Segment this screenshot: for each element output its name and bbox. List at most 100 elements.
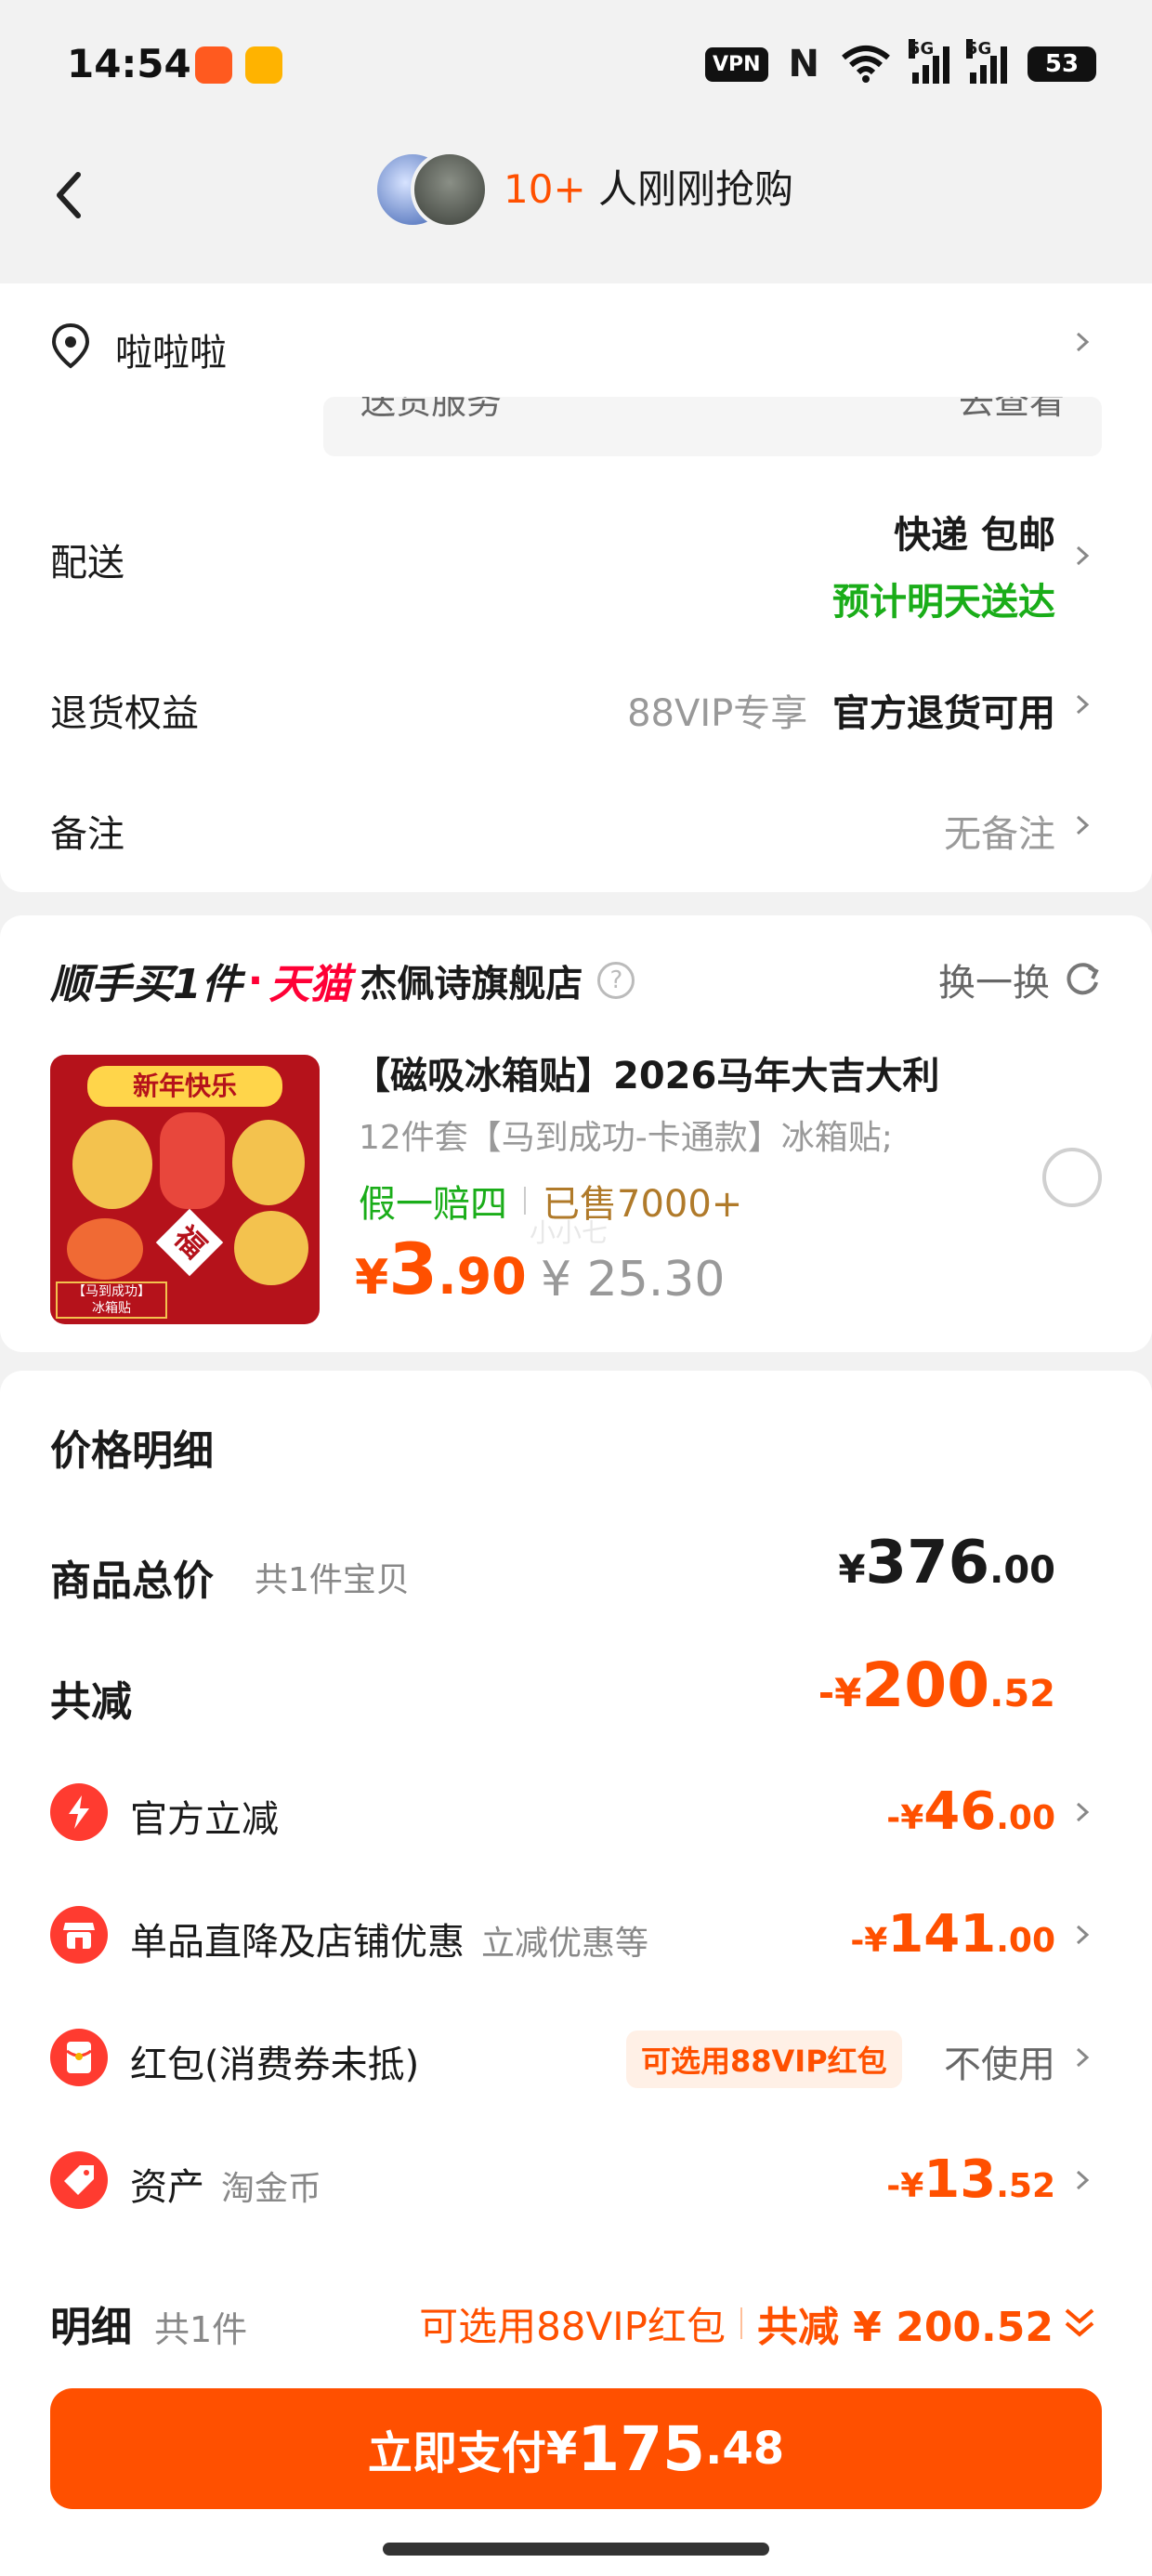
vip-red-packet-badge[interactable]: 可选用88VIP红包 bbox=[626, 2031, 902, 2088]
address-service-label: 送货服务 bbox=[360, 397, 503, 422]
discount-label: 共减 bbox=[50, 1678, 132, 1726]
price-detail-title: 价格明细 bbox=[50, 1427, 214, 1475]
assets-title: 资产 bbox=[130, 2166, 204, 2209]
chevron-right-icon bbox=[1076, 1925, 1090, 1945]
tag-divider bbox=[524, 1187, 526, 1215]
assets-amount: -¥13.52 bbox=[886, 2149, 1055, 2210]
footer-sub: 共1件 bbox=[154, 2309, 248, 2350]
select-radio[interactable] bbox=[1042, 1148, 1102, 1207]
chevron-right-icon bbox=[1076, 545, 1090, 566]
app-icon-shopping bbox=[195, 46, 232, 84]
status-icons: VPN N 5G 5G 53 bbox=[704, 39, 1096, 85]
delivery-eta: 预计明天送达 bbox=[832, 581, 1055, 624]
recent-buyers-label: 人刚刚抢购 bbox=[598, 166, 794, 212]
amount-decimal: .00 bbox=[996, 1922, 1055, 1960]
returns-value: 官方退货可用 bbox=[832, 692, 1055, 735]
amount-decimal: .00 bbox=[996, 1799, 1055, 1837]
recent-buyers-text: 10+ 人刚刚抢购 bbox=[504, 158, 793, 215]
product-watermark: 小小七 bbox=[530, 1217, 609, 1248]
amount-integer: 13 bbox=[923, 2149, 997, 2210]
red-packet-label: 红包(消费券未抵) bbox=[130, 2044, 420, 2086]
discount-prefix: -¥ bbox=[818, 1670, 862, 1715]
chevron-right-icon bbox=[1076, 2047, 1090, 2068]
avatar bbox=[411, 151, 489, 229]
official-discount-row[interactable]: 官方立减 -¥46.00 bbox=[0, 1761, 1152, 1863]
returns-vip-tag: 88VIP专享 bbox=[627, 692, 808, 735]
price-integer: 3 bbox=[388, 1228, 439, 1310]
product-image-fu: 福 bbox=[155, 1208, 224, 1277]
pay-now-button[interactable]: 立即支付 ¥ 175 .48 bbox=[50, 2388, 1102, 2509]
shop-icon bbox=[50, 1906, 108, 1964]
location-pin-icon bbox=[51, 322, 90, 369]
product-price: ¥3.90 bbox=[355, 1228, 527, 1310]
chevron-right-icon bbox=[1076, 815, 1090, 835]
total-decimal: .00 bbox=[989, 1549, 1055, 1592]
total-sub: 共1件宝贝 bbox=[255, 1561, 410, 1599]
assets-label: 资产 淘金币 bbox=[130, 2157, 321, 2211]
addon-title-count: 1件 bbox=[173, 961, 242, 1008]
product-name[interactable]: 【磁吸冰箱贴】2026马年大吉大利 bbox=[353, 1045, 939, 1099]
delivery-row[interactable]: 配送 快递 包邮 预计明天送达 bbox=[0, 479, 1152, 637]
total-integer: 376 bbox=[865, 1529, 990, 1597]
returns-row[interactable]: 退货权益 88VIP专享 官方退货可用 bbox=[0, 646, 1152, 757]
red-packet-icon bbox=[50, 2029, 108, 2086]
store-discount-label: 单品直降及店铺优惠 立减优惠等 bbox=[130, 1912, 648, 1965]
note-row[interactable]: 备注 无备注 bbox=[0, 767, 1152, 878]
store-discount-title: 单品直降及店铺优惠 bbox=[130, 1921, 465, 1964]
delivery-method: 快递 包邮 bbox=[894, 514, 1055, 557]
addon-header: 顺手买 1件 · 天猫 杰佩诗旗舰店 ? bbox=[50, 951, 635, 1010]
address-row[interactable]: 啦啦啦 bbox=[0, 283, 1152, 395]
footer-right: 可选用88VIP红包 共减 ¥ 200.52 bbox=[419, 2293, 1096, 2353]
back-icon[interactable] bbox=[45, 158, 100, 232]
wifi-icon bbox=[842, 46, 890, 83]
refresh-icon bbox=[1067, 963, 1099, 995]
product-image-caption: 【马到成功】 冰箱贴 bbox=[56, 1281, 167, 1319]
product-image-sticker bbox=[232, 1120, 305, 1205]
product-image-sticker bbox=[160, 1112, 225, 1209]
chevron-right-icon bbox=[1076, 694, 1090, 715]
assets-sub: 淘金币 bbox=[221, 2170, 322, 2208]
product-image-caption-line: 冰箱贴 bbox=[92, 1301, 131, 1316]
status-bar: 14:54 VPN N 5G 5G 53 bbox=[0, 0, 1152, 139]
double-chevron-down-icon bbox=[1065, 2308, 1094, 2337]
original-price: ¥ 25.30 bbox=[541, 1252, 726, 1308]
home-indicator[interactable] bbox=[383, 2543, 769, 2556]
store-discount-row[interactable]: 单品直降及店铺优惠 立减优惠等 -¥141.00 bbox=[0, 1884, 1152, 1986]
assets-row[interactable]: 资产 淘金币 -¥13.52 bbox=[0, 2129, 1152, 2231]
red-packet-row[interactable]: 红包(消费券未抵) 可选用88VIP红包 不使用 bbox=[0, 2006, 1152, 2109]
delivery-label: 配送 bbox=[50, 542, 124, 585]
official-discount-amount: -¥46.00 bbox=[886, 1781, 1055, 1842]
total-amount: ¥376.00 bbox=[838, 1529, 1055, 1597]
returns-value-group: 88VIP专享 官方退货可用 bbox=[627, 683, 1055, 737]
note-value: 无备注 bbox=[944, 813, 1055, 856]
help-icon[interactable]: ? bbox=[597, 962, 635, 999]
product-image-sticker bbox=[67, 1218, 143, 1280]
battery-icon: 53 bbox=[1028, 46, 1096, 82]
footer-hint: 可选用88VIP红包 bbox=[419, 2303, 726, 2349]
pay-decimal: .48 bbox=[705, 2423, 785, 2475]
status-time: 14:54 bbox=[67, 41, 191, 86]
product-image-greeting: 新年快乐 bbox=[87, 1066, 282, 1107]
addon-title: 顺手买 bbox=[50, 961, 173, 1008]
pay-symbol: ¥ bbox=[545, 2423, 578, 2475]
product-spec: 12件套【马到成功-卡通款】冰箱贴; bbox=[359, 1119, 893, 1157]
coin-tag-icon bbox=[50, 2151, 108, 2209]
product-image-sticker bbox=[72, 1120, 152, 1209]
amount-prefix: -¥ bbox=[850, 1922, 888, 1960]
tmall-label: 天猫 bbox=[268, 961, 351, 1008]
footer-saved: 共减 ¥ 200.52 bbox=[756, 2304, 1054, 2351]
total-label: 商品总价 bbox=[50, 1557, 214, 1605]
red-packet-value: 不使用 bbox=[944, 2044, 1055, 2086]
address-service-strip[interactable]: 送货服务 去查看 bbox=[323, 397, 1102, 456]
nfc-icon: N bbox=[788, 43, 819, 85]
chevron-right-icon bbox=[1076, 332, 1090, 352]
store-name: 杰佩诗旗舰店 bbox=[360, 963, 583, 1005]
note-label: 备注 bbox=[50, 813, 124, 856]
buyer-avatars bbox=[373, 151, 494, 234]
address-name: 啦啦啦 bbox=[115, 332, 227, 375]
vpn-icon: VPN bbox=[704, 46, 768, 82]
swap-button[interactable]: 换一换 bbox=[938, 953, 1102, 1006]
amount-prefix: -¥ bbox=[886, 2167, 924, 2205]
product-image[interactable]: 新年快乐 福 【马到成功】 冰箱贴 bbox=[50, 1055, 320, 1324]
footer-summary[interactable]: 明细 共1件 可选用88VIP红包 共减 ¥ 200.52 bbox=[0, 2275, 1152, 2368]
